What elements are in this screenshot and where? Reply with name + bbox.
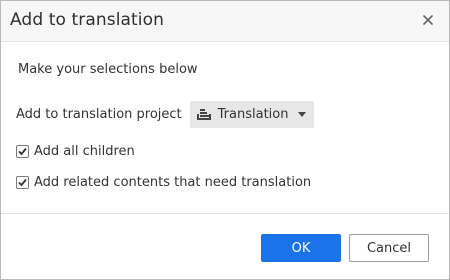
project-label: Add to translation project bbox=[16, 107, 182, 122]
dialog-subtitle: Make your selections below bbox=[18, 62, 198, 77]
project-dropdown[interactable]: Translation bbox=[189, 101, 315, 128]
dialog-header: Add to translation bbox=[1, 1, 449, 42]
option-add-all-children[interactable]: Add all children bbox=[16, 144, 135, 159]
dialog-title: Add to translation bbox=[10, 10, 164, 30]
dialog-footer: OK Cancel bbox=[1, 214, 449, 280]
checkbox-add-all-children[interactable] bbox=[16, 145, 29, 158]
check-icon bbox=[18, 147, 27, 156]
add-to-translation-dialog: Add to translation Make your selections … bbox=[0, 0, 450, 280]
option-label: Add all children bbox=[34, 144, 135, 159]
chevron-down-icon bbox=[298, 112, 307, 117]
ok-button[interactable]: OK bbox=[261, 234, 341, 262]
checkbox-add-related-contents[interactable] bbox=[16, 176, 29, 189]
project-dropdown-value: Translation bbox=[217, 107, 289, 122]
option-add-related-contents[interactable]: Add related contents that need translati… bbox=[16, 175, 311, 190]
cancel-button[interactable]: Cancel bbox=[349, 234, 429, 262]
translation-project-icon bbox=[196, 108, 212, 122]
close-icon[interactable] bbox=[421, 12, 435, 26]
option-label: Add related contents that need translati… bbox=[34, 175, 312, 190]
check-icon bbox=[18, 178, 27, 187]
dialog-body: Make your selections below Add to transl… bbox=[1, 42, 449, 214]
project-row: Add to translation project Translation bbox=[16, 101, 315, 128]
